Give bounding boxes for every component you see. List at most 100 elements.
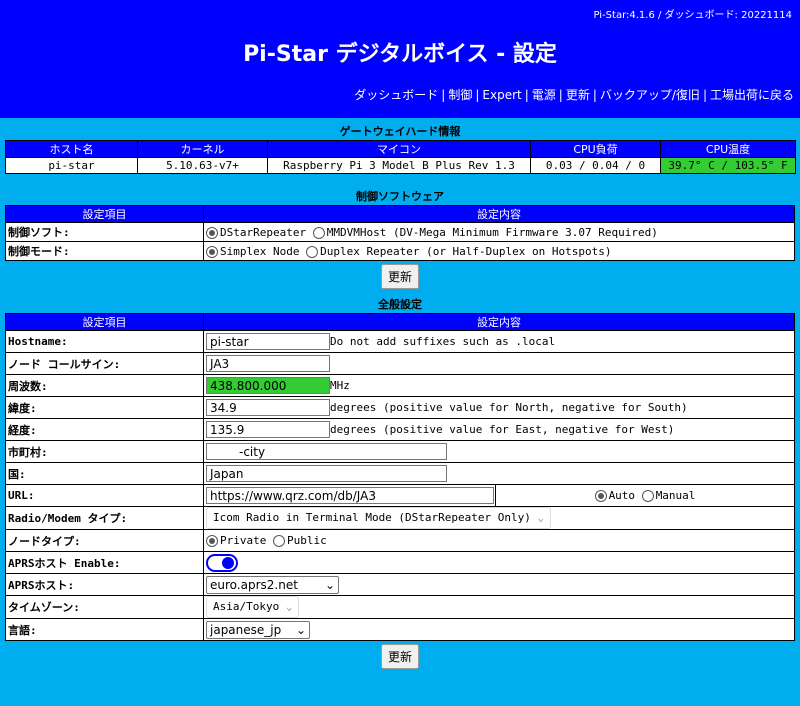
control-header-item: 設定項目 xyxy=(5,205,204,223)
table-row: 制御ソフト: DStarRepeater MMDVMHost (DV-Mega … xyxy=(5,222,795,242)
control-section-title: 制御ソフトウェア xyxy=(356,190,444,203)
page-title: Pi-Star デジタルボイス - 設定 xyxy=(243,42,557,67)
node-private-radio[interactable] xyxy=(206,535,218,547)
top-nav: ダッシュボード | 制御 | Expert | 電源 | 更新 | バックアップ/復旧 | 工場出荷に戻… xyxy=(354,88,794,102)
hw-cpu-load: 0.03 / 0.04 / 0 xyxy=(530,157,661,174)
hw-platform: Raspberry Pi 3 Model B Plus Rev 1.3 xyxy=(267,157,531,174)
table-row: タイムゾーン: Asia/Tokyo ⌄ xyxy=(5,595,795,619)
page-header: Pi-Star:4.1.6 / ダッシュボード: 20221114 Pi-Sta… xyxy=(0,0,800,118)
hostname-input[interactable]: pi-star xyxy=(206,333,330,350)
node-type-label: ノードタイプ: xyxy=(5,529,204,552)
chevron-down-icon: ⌄ xyxy=(537,511,545,524)
nav-update[interactable]: 更新 xyxy=(566,88,590,102)
mmdvmhost-label: MMDVMHost (DV-Mega Minimum Firmware 3.07… xyxy=(326,225,658,239)
hw-header-kernel: カーネル xyxy=(137,140,268,158)
aprs-host-label: APRSホスト: xyxy=(5,573,204,596)
url-auto-label: Auto xyxy=(608,489,636,502)
table-row: APRSホスト: euro.aprs2.net ⌄ xyxy=(5,573,795,596)
chevron-down-icon: ⌄ xyxy=(324,577,335,592)
nav-dashboard[interactable]: ダッシュボード xyxy=(354,88,438,102)
frequency-unit: MHz xyxy=(330,379,350,392)
general-table: 設定項目 設定内容 Hostname: pi-star Do not add su… xyxy=(5,313,795,641)
general-update-button[interactable]: 更新 xyxy=(380,644,419,669)
hw-host: pi-star xyxy=(5,157,138,174)
simplex-label: Simplex Node xyxy=(220,244,300,258)
duplex-radio[interactable] xyxy=(306,245,319,258)
table-row: Hostname: pi-star Do not add suffixes suc… xyxy=(5,330,795,353)
table-row: Radio/Modem タイプ: Icom Radio in Terminal … xyxy=(5,506,795,530)
nav-expert[interactable]: Expert xyxy=(482,88,521,102)
control-software-label: 制御ソフト: xyxy=(5,222,204,242)
longitude-input[interactable]: 135.9 xyxy=(206,421,330,438)
node-private-label: Private xyxy=(220,534,267,547)
table-row: 国: Japan xyxy=(5,462,795,485)
nav-control[interactable]: 制御 xyxy=(448,88,472,102)
table-row: 経度: 135.9 degrees (positive value for Eas… xyxy=(5,418,795,441)
radio-type-label: Radio/Modem タイプ: xyxy=(5,506,204,530)
table-row: 周波数: 438.800.000 MHz xyxy=(5,374,795,397)
language-value: japanese_jp xyxy=(210,622,282,637)
radio-type-select[interactable]: Icom Radio in Terminal Mode (DStarRepeat… xyxy=(206,507,552,529)
nav-factory-reset[interactable]: 工場出荷に戻る xyxy=(710,88,794,102)
table-row: 緯度: 34.9 degrees (positive value for Nort… xyxy=(5,396,795,419)
general-section-title: 全般設定 xyxy=(378,298,422,311)
language-label: 言語: xyxy=(5,618,204,641)
url-input[interactable]: https://www.qrz.com/db/JA3 xyxy=(206,487,494,504)
url-label: URL: xyxy=(5,484,204,507)
hw-header-cpu-load: CPU負荷 xyxy=(530,140,661,158)
latitude-input[interactable]: 34.9 xyxy=(206,399,330,416)
duplex-label: Duplex Repeater (or Half-Duplex on Hotsp… xyxy=(320,244,612,258)
country-input[interactable]: Japan xyxy=(206,465,447,482)
language-select[interactable]: japanese_jp ⌄ xyxy=(206,620,310,639)
timezone-value: Asia/Tokyo xyxy=(213,600,280,613)
hardware-table: ホスト名 カーネル マイコン CPU負荷 CPU温度 pi-star 5.10.… xyxy=(5,140,796,174)
table-row: APRSホスト Enable: xyxy=(5,551,795,574)
frequency-input[interactable]: 438.800.000 xyxy=(206,377,330,394)
hw-cpu-temp: 39.7° C / 103.5° F xyxy=(660,157,796,174)
frequency-label: 周波数: xyxy=(5,374,204,397)
country-label: 国: xyxy=(5,462,204,485)
callsign-input[interactable]: JA3 xyxy=(206,355,330,372)
general-header-item: 設定項目 xyxy=(5,313,204,331)
table-row: ノードタイプ: Private Public xyxy=(5,529,795,552)
timezone-select[interactable]: Asia/Tokyo ⌄ xyxy=(206,596,300,618)
radio-type-value: Icom Radio in Terminal Mode (DStarRepeat… xyxy=(213,511,531,524)
toggle-knob xyxy=(222,556,234,569)
city-label: 市町村: xyxy=(5,440,204,463)
chevron-down-icon: ⌄ xyxy=(285,600,293,613)
control-table: 設定項目 設定内容 制御ソフト: DStarRepeater MMDVMHost… xyxy=(5,205,795,261)
mmdvmhost-radio[interactable] xyxy=(312,226,325,239)
node-public-radio[interactable] xyxy=(272,535,285,547)
nav-backup[interactable]: バックアップ/復旧 xyxy=(600,88,700,102)
aprs-host-select[interactable]: euro.aprs2.net ⌄ xyxy=(206,575,339,594)
table-row: pi-star 5.10.63-v7+ Raspberry Pi 3 Model… xyxy=(5,157,796,174)
url-manual-radio[interactable] xyxy=(641,490,654,502)
hostname-note: Do not add suffixes such as .local xyxy=(330,335,556,348)
control-update-button[interactable]: 更新 xyxy=(380,264,419,289)
timezone-label: タイムゾーン: xyxy=(5,595,204,619)
url-manual-label: Manual xyxy=(655,489,696,502)
hw-header-platform: マイコン xyxy=(267,140,531,158)
chevron-down-icon: ⌄ xyxy=(295,622,306,637)
aprs-host-value: euro.aprs2.net xyxy=(210,577,298,592)
callsign-label: ノード コールサイン: xyxy=(5,352,204,375)
table-row: 市町村: -city xyxy=(5,440,795,463)
nav-power[interactable]: 電源 xyxy=(532,88,556,102)
hw-kernel: 5.10.63-v7+ xyxy=(137,157,268,174)
url-auto-radio[interactable] xyxy=(594,490,607,502)
general-header-value: 設定内容 xyxy=(203,313,795,331)
dstarrepeater-label: DStarRepeater xyxy=(220,225,307,239)
hardware-section-title: ゲートウェイハード情報 xyxy=(339,125,461,138)
simplex-radio[interactable] xyxy=(206,245,218,258)
aprs-enable-label: APRSホスト Enable: xyxy=(5,551,204,574)
aprs-enable-toggle[interactable] xyxy=(206,553,238,572)
control-mode-label: 制御モード: xyxy=(5,241,204,261)
longitude-note: degrees (positive value for East, negati… xyxy=(330,423,675,436)
latitude-note: degrees (positive value for North, negat… xyxy=(330,401,688,414)
table-row: 言語: japanese_jp ⌄ xyxy=(5,618,795,641)
node-public-label: Public xyxy=(286,534,327,547)
table-row: ノード コールサイン: JA3 xyxy=(5,352,795,375)
dstarrepeater-radio[interactable] xyxy=(206,226,218,239)
table-row: URL: https://www.qrz.com/db/JA3 Auto Man… xyxy=(5,484,795,507)
city-input[interactable]: -city xyxy=(206,443,447,460)
